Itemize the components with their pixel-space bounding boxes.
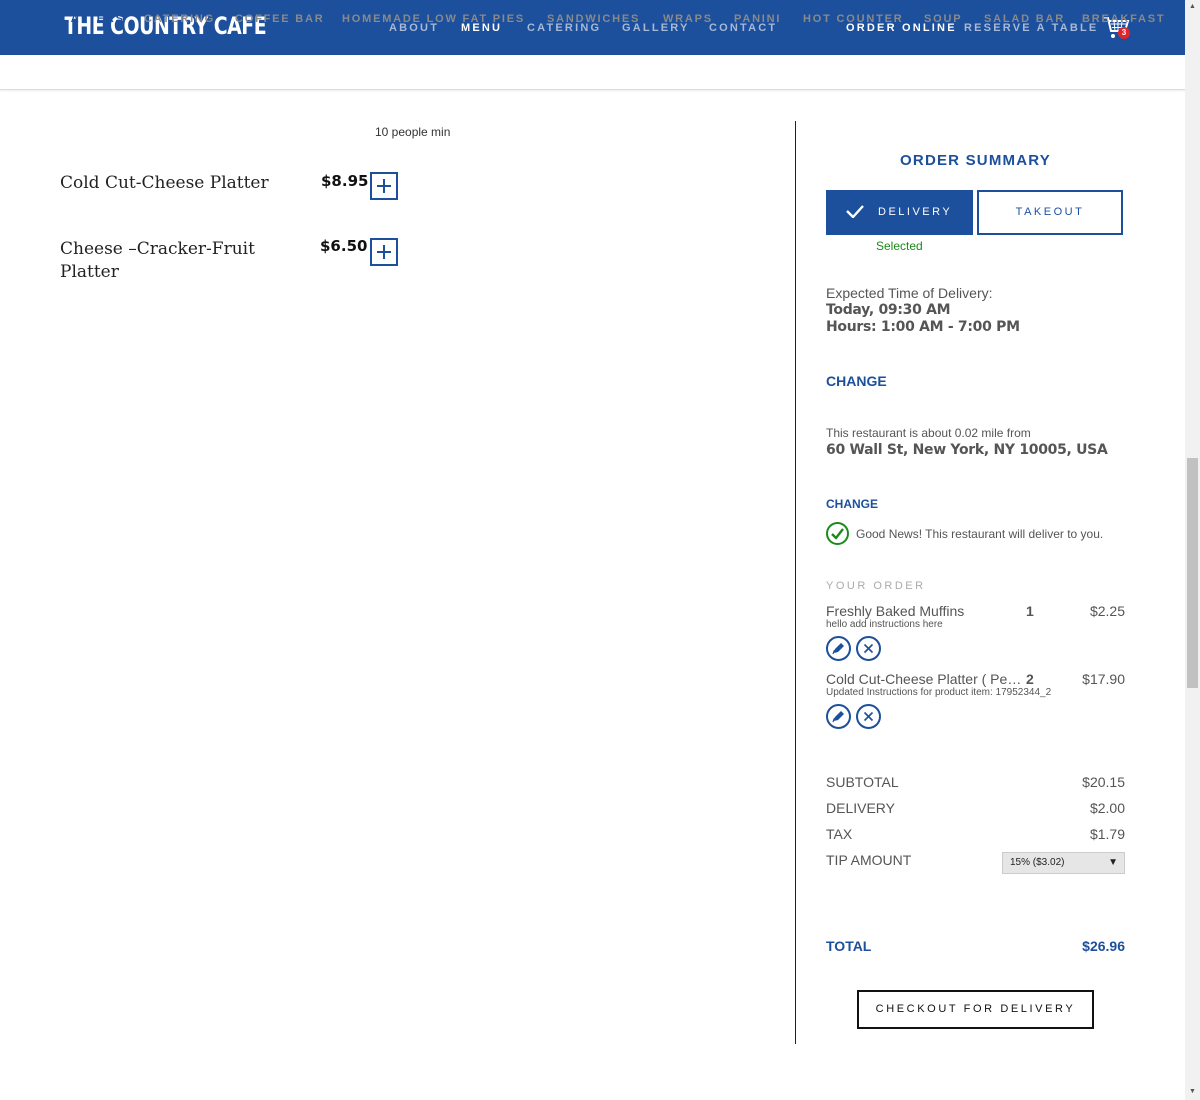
hours-text: Hours: 1:00 AM - 7:00 PM <box>826 319 1020 335</box>
category-bar <box>0 55 1185 90</box>
menu-item-price: $8.95 <box>321 172 369 190</box>
pencil-icon <box>832 711 844 723</box>
order-item-note: Updated Instructions for product item: 1… <box>826 687 1052 698</box>
category-panini[interactable]: PANINI <box>734 13 781 25</box>
delivery-fee-label: DELIVERY <box>826 800 895 816</box>
tip-select-value: 15% ($3.02) <box>1010 857 1065 868</box>
category-party-platters[interactable]: PARTY PLATTERS <box>3 13 125 25</box>
scrollbar-thumb[interactable] <box>1187 458 1198 688</box>
remove-item-button[interactable] <box>856 636 881 661</box>
order-item-qty: 2 <box>1026 671 1034 687</box>
expected-time-value: Today, 09:30 AM <box>826 302 951 318</box>
subtotal-value: $20.15 <box>1082 774 1125 790</box>
delivery-tab[interactable]: DELIVERY <box>826 190 973 235</box>
selected-status: Selected <box>876 239 923 253</box>
scroll-up-icon[interactable]: ▲ <box>1189 3 1196 10</box>
order-item-price: $2.25 <box>1089 603 1125 619</box>
checkmark-icon <box>846 205 864 218</box>
order-item-qty: 1 <box>1026 603 1034 619</box>
tip-select[interactable]: 15% ($3.02) ▼ <box>1002 852 1125 874</box>
cart-count-badge: 3 <box>1118 27 1130 39</box>
checkout-button[interactable]: CHECKOUT FOR DELIVERY <box>857 990 1094 1029</box>
category-sandwiches[interactable]: SANDWICHES <box>547 13 640 25</box>
menu-item-name: Cold Cut-Cheese Platter <box>60 173 269 193</box>
order-item-name: Cold Cut-Cheese Platter ( Per Person) <box>826 671 1024 687</box>
minimum-note: 10 people min <box>375 125 451 139</box>
tip-label: TIP AMOUNT <box>826 852 912 868</box>
takeout-tab[interactable]: TAKEOUT <box>977 190 1123 235</box>
delivery-availability-message: Good News! This restaurant will deliver … <box>856 527 1104 541</box>
category-coffee-bar[interactable]: COFFEE BAR <box>235 13 325 25</box>
total-label: TOTAL <box>826 938 872 954</box>
edit-item-button[interactable] <box>826 636 851 661</box>
close-icon <box>863 711 874 722</box>
edit-item-button[interactable] <box>826 704 851 729</box>
your-order-heading: YOUR ORDER <box>826 580 926 592</box>
category-hot-counter[interactable]: HOT COUNTER <box>803 13 903 25</box>
add-item-button[interactable] <box>370 172 398 200</box>
category-breakfast[interactable]: BREAKFAST <box>1082 13 1165 25</box>
remove-item-button[interactable] <box>856 704 881 729</box>
change-time-link[interactable]: CHANGE <box>826 373 887 389</box>
category-soup[interactable]: SOUP <box>924 13 962 25</box>
total-value: $26.96 <box>1082 938 1125 954</box>
order-item-price: $17.90 <box>1082 671 1125 687</box>
order-item-note: hello add instructions here <box>826 619 943 630</box>
delivery-fee-value: $2.00 <box>1089 800 1125 816</box>
expected-time-label: Expected Time of Delivery: <box>826 285 993 301</box>
category-catering[interactable]: CATERING <box>144 13 215 25</box>
category-wraps[interactable]: WRAPS <box>663 13 713 25</box>
scroll-down-icon[interactable]: ▼ <box>1189 1088 1196 1095</box>
dropdown-arrow-icon: ▼ <box>1108 857 1118 868</box>
category-homemade-low-fat-pies[interactable]: HOMEMADE LOW FAT PIES <box>342 13 525 25</box>
menu-item-price: $6.50 <box>320 237 368 255</box>
tax-value: $1.79 <box>1089 826 1125 842</box>
distance-text: This restaurant is about 0.02 mile from <box>826 426 1031 440</box>
order-summary-title: ORDER SUMMARY <box>900 152 1051 169</box>
delivery-address: 60 Wall St, New York, NY 10005, USA <box>826 442 1108 458</box>
add-item-button[interactable] <box>370 238 398 266</box>
menu-item-name: Cheese –Cracker-Fruit Platter <box>60 239 255 282</box>
success-check-icon <box>826 522 849 545</box>
pencil-icon <box>832 643 844 655</box>
tax-label: TAX <box>826 826 853 842</box>
column-divider <box>795 121 796 1044</box>
delivery-tab-label: DELIVERY <box>878 206 953 218</box>
order-item-name: Freshly Baked Muffins <box>826 603 965 619</box>
category-salad-bar[interactable]: SALAD BAR <box>984 13 1065 25</box>
subtotal-label: SUBTOTAL <box>826 774 899 790</box>
change-address-link[interactable]: CHANGE <box>826 497 878 511</box>
close-icon <box>863 643 874 654</box>
